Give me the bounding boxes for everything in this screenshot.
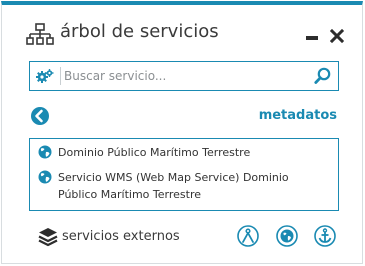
- list-item[interactable]: Servicio WMS (Web Map Service) Dominio P…: [38, 169, 330, 203]
- search-icon[interactable]: [314, 67, 332, 85]
- metadata-link[interactable]: metadatos: [259, 108, 337, 123]
- external-services-bar: servicios externos: [22, 215, 347, 260]
- compass-icon[interactable]: [237, 225, 259, 247]
- globe-icon: [38, 145, 52, 159]
- window-controls: [306, 29, 346, 45]
- globe-icon[interactable]: [276, 225, 298, 247]
- layers-icon: [38, 228, 58, 247]
- search-input[interactable]: [64, 66, 304, 86]
- gears-icon[interactable]: [36, 68, 54, 84]
- close-icon[interactable]: [330, 29, 344, 43]
- search-divider: [60, 67, 61, 85]
- panel-title: árbol de servicios: [60, 21, 219, 42]
- search-box: [29, 61, 339, 91]
- external-services-label[interactable]: servicios externos: [62, 229, 180, 244]
- tree-hierarchy-icon: [26, 23, 54, 45]
- globe-icon: [38, 170, 52, 184]
- back-circle-arrow-icon[interactable]: [30, 106, 50, 126]
- minimize-icon[interactable]: [306, 36, 318, 40]
- anchor-icon[interactable]: [314, 225, 336, 247]
- panel-header: árbol de servicios: [26, 19, 346, 49]
- list-item-label: Servicio WMS (Web Map Service) Dominio P…: [58, 171, 289, 201]
- services-tree-panel: árbol de servicios Buscar servicio... me…: [1, 1, 363, 264]
- services-list: Dominio Público Marítimo Terrestre Servi…: [29, 138, 339, 211]
- list-item-label: Dominio Público Marítimo Terrestre: [58, 146, 251, 159]
- list-item[interactable]: Dominio Público Marítimo Terrestre: [38, 144, 330, 161]
